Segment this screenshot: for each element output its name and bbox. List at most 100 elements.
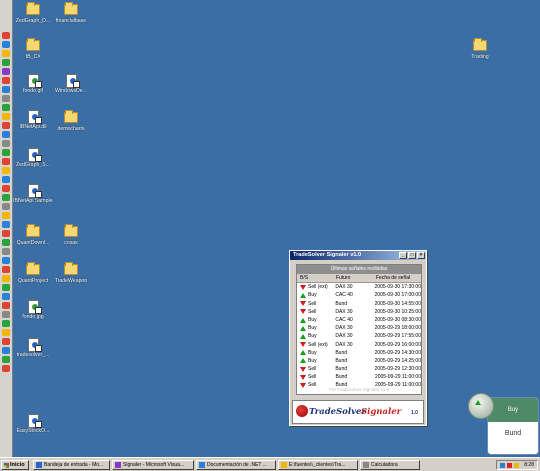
table-row[interactable]: Buy Bund 2005-09-29 14:30:00 [297, 349, 421, 357]
quick-launch-icon[interactable] [2, 77, 10, 84]
quick-launch-icon[interactable] [2, 32, 10, 39]
taskbar-item[interactable]: E:\fuentes\_clientes\Tra... [278, 460, 358, 470]
table-row[interactable]: Buy Bund 2005-09-29 14:25:00 [297, 357, 421, 365]
table-row[interactable]: Buy CAC 40 2005-09-30 17:00:00 [297, 291, 421, 299]
quick-launch-icon[interactable] [2, 113, 10, 120]
network-icon[interactable] [500, 463, 505, 468]
quick-launch-icon[interactable] [2, 311, 10, 318]
quick-launch-icon[interactable] [2, 194, 10, 201]
quick-launch-icon[interactable] [2, 320, 10, 327]
desktop-icon[interactable]: Trading [460, 38, 500, 60]
taskbar-item-label: E:\fuentes\_clientes\Tra... [289, 462, 346, 468]
table-row[interactable]: Buy DAX 30 2005-09-29 17:55:00 [297, 332, 421, 340]
quick-launch-icon[interactable] [2, 68, 10, 75]
minimize-icon[interactable]: _ [399, 252, 407, 259]
quick-launch-icon[interactable] [2, 248, 10, 255]
quick-launch-icon[interactable] [2, 284, 10, 291]
desktop-icon[interactable]: QuantDownl... [13, 224, 53, 246]
desktop-icon[interactable]: QuantProject [13, 262, 53, 284]
quick-launch-icon[interactable] [2, 230, 10, 237]
taskbar-item[interactable]: Calculadora [360, 460, 420, 470]
table-row[interactable]: Buy CAC 40 2005-09-30 08:30:00 [297, 316, 421, 324]
folder-icon [26, 38, 40, 54]
desktop-icon[interactable]: financialbase [51, 2, 91, 24]
desktop-icon[interactable]: fondo.gif [13, 74, 53, 94]
desktop-icon-label: EasyStockO... [16, 428, 50, 434]
side-text: Sell (ext) [308, 341, 328, 348]
table-row[interactable]: Sell DAX 30 2005-09-30 10:25:00 [297, 308, 421, 316]
close-icon[interactable]: × [417, 252, 425, 259]
quick-launch-icon[interactable] [2, 365, 10, 372]
desktop-icon[interactable]: ZedGraph_D... [13, 2, 53, 24]
quick-launch-icon[interactable] [2, 104, 10, 111]
column-header[interactable]: Fecha de señal [374, 274, 421, 282]
quick-launch-icon[interactable] [2, 122, 10, 129]
table-row[interactable]: Sell Bund 2005-09-29 12:30:00 [297, 365, 421, 373]
column-header[interactable]: B/S [297, 274, 334, 282]
quick-launch-icon[interactable] [2, 257, 10, 264]
table-row[interactable]: Sell (ext) DAX 30 2005-09-29 16:00:00 [297, 341, 421, 349]
quick-launch-icon[interactable] [2, 239, 10, 246]
desktop-icon[interactable]: WindowsDe... [51, 74, 91, 94]
side-text: Sell [308, 366, 317, 373]
side-text: Buy [308, 349, 317, 356]
quick-launch-icon[interactable] [2, 158, 10, 165]
quick-launch-icon[interactable] [2, 293, 10, 300]
quick-launch-icon[interactable] [2, 50, 10, 57]
signal-notification[interactable]: Buy Bund [468, 393, 539, 455]
desktop-icon[interactable]: IBNetApi.dll [13, 110, 53, 130]
quick-launch-icon[interactable] [2, 356, 10, 363]
desktop-icon[interactable]: EasyStockO... [13, 414, 53, 434]
desktop-icon[interactable]: cosas [51, 224, 91, 246]
signals-table[interactable]: Últimas señales recibidas B/S Futuro Fec… [296, 264, 422, 395]
start-button[interactable]: Inicio [1, 460, 29, 470]
quick-launch-icon[interactable] [2, 221, 10, 228]
taskbar-item[interactable]: Signaler - Microsoft Visua... [112, 460, 194, 470]
quick-launch-icon[interactable] [2, 347, 10, 354]
quick-launch-icon[interactable] [2, 59, 10, 66]
quick-launch-icon[interactable] [2, 338, 10, 345]
desktop-icon[interactable]: IBNetApi Sample 1... [13, 184, 53, 204]
quick-launch-icon[interactable] [2, 212, 10, 219]
quick-launch-icon[interactable] [2, 266, 10, 273]
desktop-icon[interactable]: tB_C# [13, 38, 53, 60]
buy-arrow-icon [300, 292, 306, 298]
side-cell: Buy [297, 357, 333, 365]
table-row[interactable]: Sell Bund 2005-09-30 14:55:00 [297, 300, 421, 308]
quick-launch-icon[interactable] [2, 140, 10, 147]
quick-launch-icon[interactable] [2, 41, 10, 48]
quick-launch-icon[interactable] [2, 149, 10, 156]
windows-logo-icon [4, 463, 9, 468]
quick-launch-icon[interactable] [2, 302, 10, 309]
signaler-window[interactable]: TradeSolver Signaler v1.0 _ □ × Últimas … [289, 250, 427, 426]
quick-launch-icon[interactable] [2, 131, 10, 138]
volume-icon[interactable] [514, 463, 519, 468]
quick-launch-icon[interactable] [2, 176, 10, 183]
table-row[interactable]: Sell Bund 2005-09-29 11:00:00 [297, 373, 421, 381]
desktop-icon[interactable]: ZedGraph_S... [13, 148, 53, 168]
desktop-icon[interactable]: tradesolver_... [13, 338, 53, 358]
quick-launch-icon[interactable] [2, 329, 10, 336]
quick-launch-icon[interactable] [2, 86, 10, 93]
quick-launch-icon[interactable] [2, 167, 10, 174]
quick-launch-icon[interactable] [2, 95, 10, 102]
table-row[interactable]: Sell (ext) DAX 30 2005-09-30 17:30:00 [297, 283, 421, 291]
desktop-icon[interactable]: democharts [51, 110, 91, 132]
clock[interactable]: 8:28 [524, 461, 534, 469]
future-cell: DAX 30 [335, 325, 353, 332]
maximize-icon[interactable]: □ [408, 252, 416, 259]
column-header[interactable]: Futuro [334, 274, 374, 282]
desktop-icon-label: TradeWeapon [54, 278, 88, 284]
table-row[interactable]: Buy DAX 30 2005-09-29 18:00:00 [297, 324, 421, 332]
sell-arrow-icon [300, 342, 306, 348]
desktop-icon[interactable]: TradeWeapon [51, 262, 91, 284]
desktop-icon[interactable]: fondo.jpg [13, 300, 53, 320]
quick-launch-icon[interactable] [2, 203, 10, 210]
window-title-bar[interactable]: TradeSolver Signaler v1.0 _ □ × [290, 251, 426, 260]
antivirus-icon[interactable] [507, 463, 512, 468]
side-text: Buy [308, 357, 317, 364]
taskbar-item[interactable]: Documentación de .NET ... [196, 460, 276, 470]
quick-launch-icon[interactable] [2, 275, 10, 282]
taskbar-item[interactable]: Bandeja de entrada - Mo... [33, 460, 110, 470]
quick-launch-icon[interactable] [2, 185, 10, 192]
